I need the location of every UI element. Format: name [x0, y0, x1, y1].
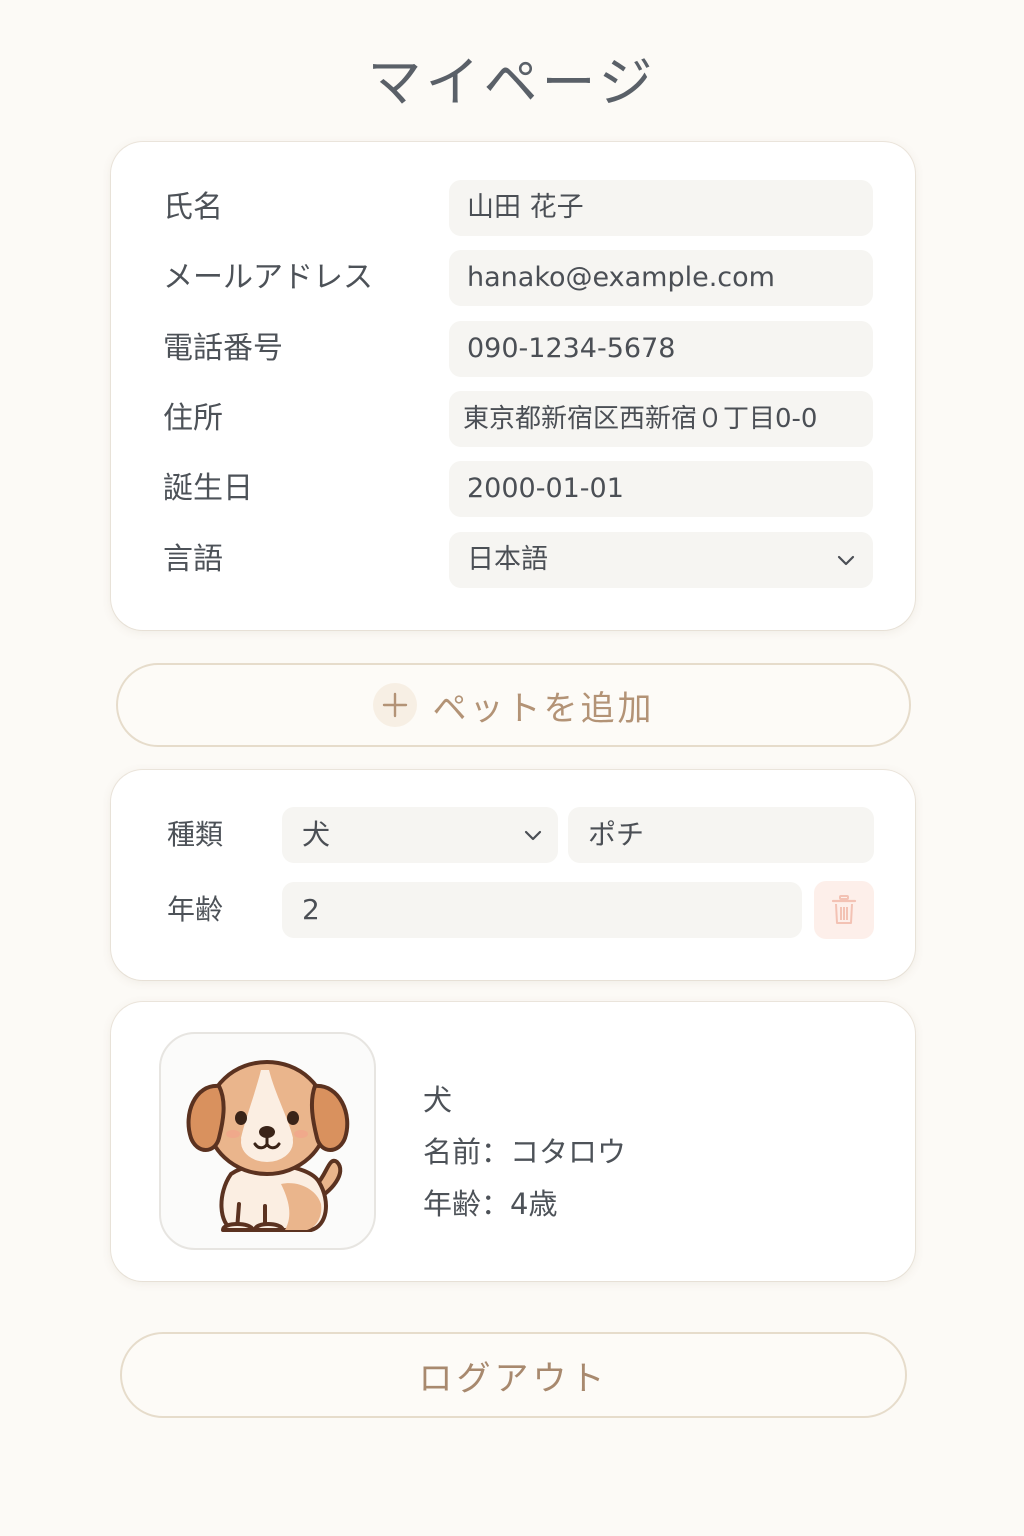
logout-button[interactable]: ログアウト [120, 1332, 907, 1418]
pet-name: 名前：コタロウ [423, 1135, 627, 1169]
language-select[interactable]: 日本語 [449, 532, 873, 588]
profile-card: 氏名 山田 花子 メールアドレス hanako@example.com 電話番号… [111, 142, 915, 630]
address-field[interactable]: 東京都新宿区西新宿０丁目0-0 [449, 391, 873, 447]
pet-card: 犬 名前：コタロウ 年齢：4歳 [111, 1002, 915, 1281]
plus-icon [372, 683, 417, 727]
birthday-field[interactable]: 2000-01-01 [449, 461, 873, 517]
phone-label: 電話番号 [163, 331, 283, 366]
delete-pet-button[interactable] [814, 881, 874, 939]
pet-type-select[interactable]: 犬 [282, 807, 558, 863]
pet-type-value: 犬 [302, 818, 331, 851]
pet-type: 犬 [423, 1083, 453, 1117]
pet-name-field[interactable]: ポチ [568, 807, 874, 863]
dog-illustration [159, 1032, 376, 1250]
address-row: 住所 東京都新宿区西新宿０丁目0-0 [111, 391, 915, 447]
language-row: 言語 日本語 [111, 532, 915, 588]
address-label: 住所 [163, 401, 223, 436]
name-field[interactable]: 山田 花子 [449, 180, 873, 236]
phone-field[interactable]: 090-1234-5678 [449, 321, 873, 377]
trash-icon [831, 895, 857, 924]
birthday-row: 誕生日 2000-01-01 [111, 461, 915, 517]
add-pet-label: ペットを追加 [432, 688, 655, 729]
email-field[interactable]: hanako@example.com [449, 250, 873, 306]
language-label: 言語 [163, 542, 223, 577]
logout-label: ログアウト [418, 1358, 609, 1399]
language-value: 日本語 [467, 544, 548, 575]
page-title: マイページ [367, 51, 657, 114]
pet-type-label: 種類 [167, 818, 224, 851]
birthday-label: 誕生日 [163, 471, 253, 506]
email-row: メールアドレス hanako@example.com [111, 250, 915, 306]
chevron-down-icon [524, 830, 542, 841]
phone-row: 電話番号 090-1234-5678 [111, 321, 915, 377]
pet-info: 犬 名前：コタロウ 年齢：4歳 [423, 1074, 626, 1230]
pet-form-card: 種類 犬 ポチ 年齢 2 [111, 770, 915, 980]
pet-age-field[interactable]: 2 [282, 882, 802, 938]
email-label: メールアドレス [163, 260, 373, 295]
name-label: 氏名 [163, 190, 223, 225]
add-pet-button[interactable]: ペットを追加 [116, 663, 911, 747]
name-row: 氏名 山田 花子 [111, 180, 915, 236]
my-page: マイページ 氏名 山田 花子 メールアドレス hanako@example.co… [0, 0, 1024, 1536]
pet-age-label: 年齢 [167, 893, 224, 926]
chevron-down-icon [837, 555, 855, 566]
pet-age: 年齢：4歳 [423, 1187, 558, 1221]
